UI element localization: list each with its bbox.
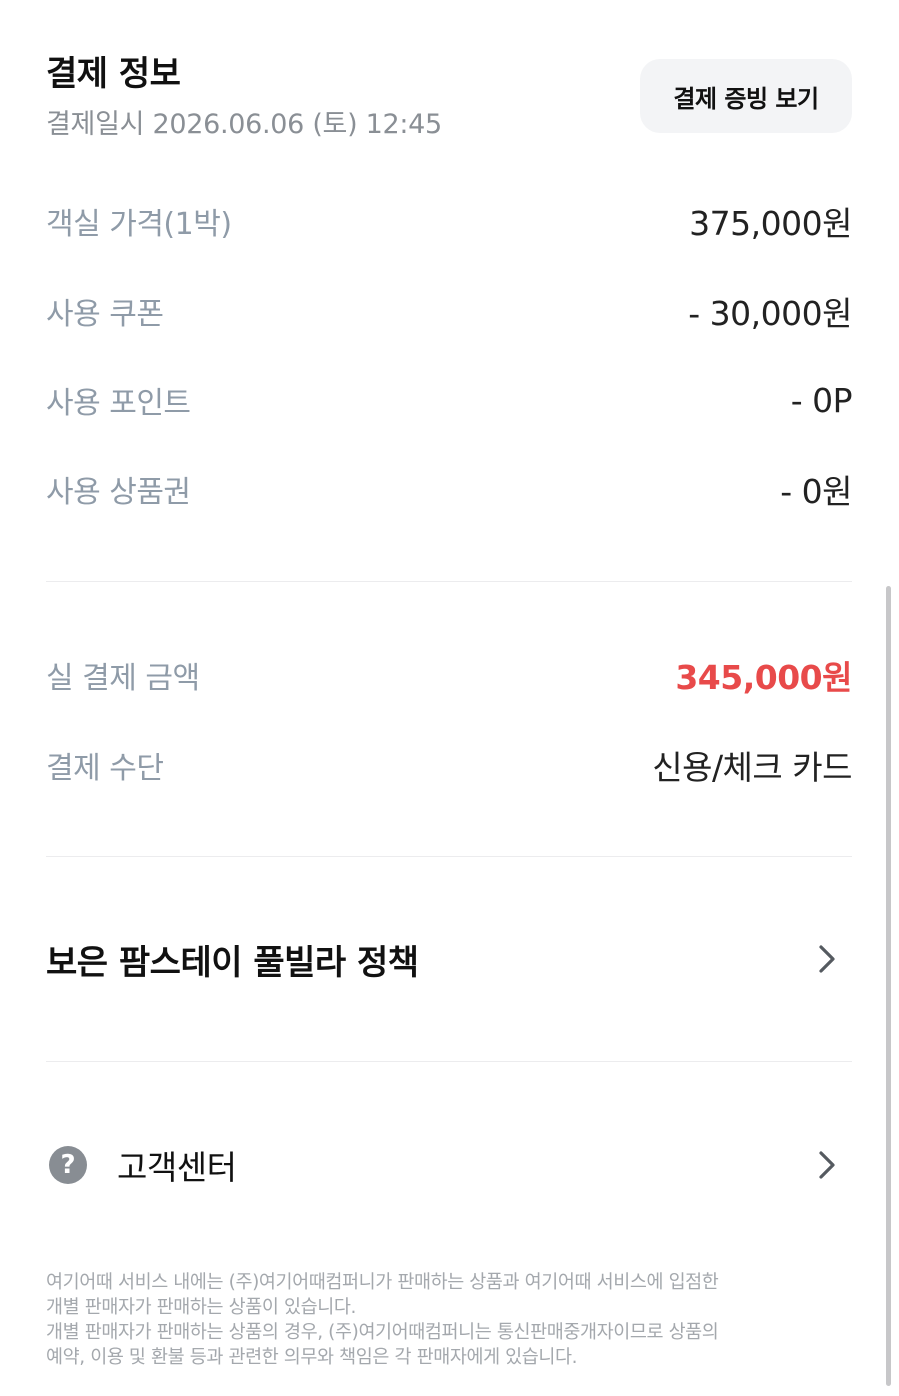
- payment-info-header: 결제 정보 결제일시 2026.06.06 (토) 12:45 결제 증빙 보기: [46, 46, 852, 146]
- gift-card-value: - 0원: [780, 472, 852, 511]
- payment-datetime: 결제일시 2026.06.06 (토) 12:45: [46, 109, 442, 140]
- customer-center-label: 고객센터: [117, 1148, 237, 1187]
- divider: [46, 581, 852, 582]
- gift-card-label: 사용 상품권: [46, 475, 191, 510]
- view-receipt-button[interactable]: 결제 증빙 보기: [640, 59, 852, 133]
- total-amount-value: 345,000원: [675, 658, 852, 697]
- legal-notice-line: 개별 판매자가 판매하는 상품이 있습니다.: [46, 1297, 356, 1318]
- chevron-right-icon: [812, 939, 842, 979]
- legal-notice-line: 여기어때 서비스 내에는 (주)여기어때컴퍼니가 판매하는 상품과 여기어때 서…: [46, 1272, 719, 1293]
- chevron-right-icon: [812, 1145, 842, 1185]
- coupon-row: 사용 쿠폰 - 30,000원: [46, 286, 852, 336]
- room-price-label: 객실 가격(1박): [46, 207, 232, 242]
- points-row: 사용 포인트 - 0P: [46, 375, 853, 425]
- property-policy-link[interactable]: 보은 팜스테이 풀빌라 정책: [46, 924, 852, 994]
- legal-notice-line: 개별 판매자가 판매하는 상품의 경우, (주)여기어때컴퍼니는 통신판매중개자…: [46, 1322, 719, 1343]
- scrollbar[interactable]: [886, 586, 891, 1386]
- page-title: 결제 정보: [46, 54, 181, 94]
- room-price-value: 375,000원: [689, 204, 852, 243]
- payment-method-row: 결제 수단 신용/체크 카드: [46, 740, 852, 790]
- payment-method-value: 신용/체크 카드: [652, 748, 852, 787]
- divider: [46, 1061, 852, 1062]
- points-label: 사용 포인트: [46, 386, 191, 421]
- coupon-value: - 30,000원: [688, 294, 852, 333]
- legal-notice: 여기어때 서비스 내에는 (주)여기어때컴퍼니가 판매하는 상품과 여기어때 서…: [46, 1270, 852, 1370]
- property-policy-left: 보은 팜스테이 풀빌라 정책: [46, 935, 419, 984]
- total-amount-label: 실 결제 금액: [46, 661, 200, 696]
- room-price-row: 객실 가격(1박) 375,000원: [46, 196, 852, 246]
- legal-notice-line: 예약, 이용 및 환불 등과 관련한 의무와 책임은 각 판매자에게 있습니다.: [46, 1347, 578, 1368]
- total-amount-row: 실 결제 금액 345,000원: [46, 650, 852, 700]
- points-value: - 0P: [790, 380, 853, 420]
- customer-center-left: ? 고객센터: [46, 1141, 237, 1189]
- question-circle-icon: ?: [49, 1146, 87, 1184]
- divider: [46, 856, 852, 857]
- payment-method-label: 결제 수단: [46, 751, 164, 786]
- customer-center-link[interactable]: ? 고객센터: [46, 1130, 852, 1200]
- coupon-label: 사용 쿠폰: [46, 297, 164, 332]
- property-policy-title: 보은 팜스테이 풀빌라 정책: [46, 942, 419, 983]
- gift-card-row: 사용 상품권 - 0원: [46, 464, 852, 514]
